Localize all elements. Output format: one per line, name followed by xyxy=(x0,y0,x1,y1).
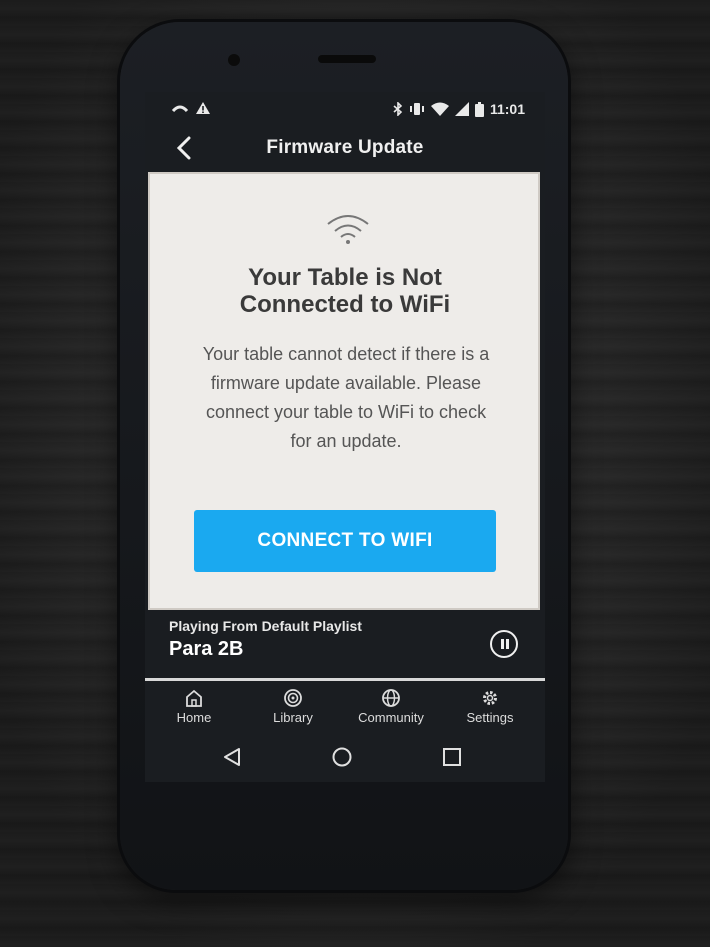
tab-home[interactable]: Home xyxy=(149,688,239,725)
status-bar: 11:01 xyxy=(145,92,545,126)
card-title-line-2: Connected to WiFi xyxy=(239,291,451,318)
tab-library[interactable]: Library xyxy=(248,688,338,725)
warning-icon xyxy=(196,102,210,114)
home-circle-icon[interactable] xyxy=(331,746,353,768)
gear-icon xyxy=(483,691,497,705)
tab-home-label: Home xyxy=(176,710,212,725)
now-playing-bar[interactable]: Playing From Default Playlist Para 2B xyxy=(145,612,545,680)
bottom-tab-bar: Home Library Community Settings xyxy=(145,682,545,734)
tab-library-label: Library xyxy=(273,710,313,725)
back-icon[interactable] xyxy=(221,746,243,768)
library-icon xyxy=(284,689,302,707)
earpiece xyxy=(318,55,376,63)
missed-call-icon xyxy=(171,105,189,113)
card-title-line-1: Your Table is Not xyxy=(248,264,442,291)
wifi-warning-card: Your Table is Not Connected to WiFi Your… xyxy=(148,172,540,610)
tab-community-label: Community xyxy=(358,710,424,725)
connect-to-wifi-button[interactable]: CONNECT TO WIFI xyxy=(194,510,496,572)
home-icon xyxy=(186,689,202,707)
card-body-text: Your table cannot detect if there is a f… xyxy=(202,344,490,451)
phone-screen: 11:01 Firmware Update Your Table is Not … xyxy=(145,92,545,782)
system-nav-bar xyxy=(145,734,545,782)
playback-progress-divider xyxy=(145,678,545,681)
bluetooth-icon xyxy=(393,102,403,116)
tab-community[interactable]: Community xyxy=(346,688,436,725)
app-bar: Firmware Update xyxy=(145,126,545,170)
front-camera xyxy=(228,54,240,66)
globe-icon xyxy=(382,689,400,707)
recents-icon[interactable] xyxy=(441,746,463,768)
now-playing-label: Playing From Default Playlist xyxy=(169,618,362,634)
pause-icon[interactable] xyxy=(490,630,518,658)
vibrate-icon xyxy=(409,103,424,115)
now-playing-track: Para 2B xyxy=(169,638,244,660)
tab-settings[interactable]: Settings xyxy=(445,688,535,725)
status-time: 11:01 xyxy=(489,101,525,117)
wifi-status-icon xyxy=(430,102,449,116)
page-title: Firmware Update xyxy=(266,137,424,158)
card-title: Your Table is Not Connected to WiFi xyxy=(170,264,520,318)
signal-icon xyxy=(454,102,469,116)
wifi-icon xyxy=(327,215,369,244)
tab-settings-label: Settings xyxy=(466,710,514,725)
battery-icon xyxy=(474,101,484,117)
